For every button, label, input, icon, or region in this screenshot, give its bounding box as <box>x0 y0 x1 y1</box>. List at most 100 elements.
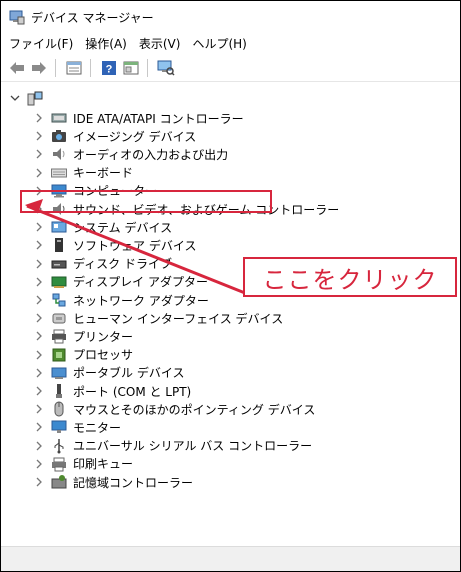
tree-item-label: ソフトウェア デバイス <box>73 238 197 253</box>
tree-item[interactable]: ソフトウェア デバイス <box>33 236 196 254</box>
expand-chevron-right-icon[interactable] <box>33 221 45 233</box>
tree-item[interactable]: IDE ATA/ATAPI コントローラー <box>33 109 244 127</box>
tree-item-label: ヒューマン インターフェイス デバイス <box>73 311 284 326</box>
tree-root[interactable] <box>9 89 49 107</box>
tree-item-label: IDE ATA/ATAPI コントローラー <box>73 111 244 126</box>
processor-icon <box>51 347 67 363</box>
expand-chevron-right-icon[interactable] <box>33 239 45 251</box>
menu-action[interactable]: 操作(A) <box>81 35 131 52</box>
tree-item-label: キーボード <box>73 166 134 181</box>
tree-item[interactable]: ポート (COM と LPT) <box>33 382 191 400</box>
scan-hardware-icon[interactable] <box>156 58 176 78</box>
expand-chevron-right-icon[interactable] <box>33 112 45 124</box>
tree-item-label: プロセッサ <box>73 348 134 363</box>
tree-item-label: ディスプレイ アダプター <box>73 275 208 290</box>
expand-chevron-right-icon[interactable] <box>33 403 45 415</box>
menu-view[interactable]: 表示(V) <box>135 35 185 52</box>
menu-file[interactable]: ファイル(F) <box>5 35 77 52</box>
tree-item[interactable]: イメージング デバイス <box>33 127 196 145</box>
tree-item[interactable]: オーディオの入力および出力 <box>33 145 228 163</box>
device-manager-icon <box>9 9 25 25</box>
network-adapter-icon <box>51 292 67 308</box>
tree-item-label: 記憶域コントローラー <box>73 475 194 490</box>
expand-chevron-right-icon[interactable] <box>33 276 45 288</box>
mouse-icon <box>51 401 67 417</box>
expand-chevron-right-icon[interactable] <box>33 476 45 488</box>
window-title: デバイス マネージャー <box>31 10 154 25</box>
expand-chevron-right-icon[interactable] <box>33 349 45 361</box>
tree-item[interactable]: プロセッサ <box>33 346 133 364</box>
tree-item-label: モニター <box>73 420 122 435</box>
tree-item[interactable]: モニター <box>33 418 121 436</box>
highlight-box <box>20 190 272 213</box>
expand-chevron-right-icon[interactable] <box>33 312 45 324</box>
tree-item-label: ポート (COM と LPT) <box>73 384 192 399</box>
tree-item-label: プリンター <box>73 329 134 344</box>
help-icon[interactable]: ? <box>99 58 119 78</box>
tree-item[interactable]: ネットワーク アダプター <box>33 291 209 309</box>
toolbar-separator <box>90 59 91 77</box>
system-device-icon <box>51 219 67 235</box>
update-driver-icon[interactable] <box>121 58 141 78</box>
expand-chevron-down-icon[interactable] <box>9 92 21 104</box>
menu-help[interactable]: ヘルプ(H) <box>188 35 250 52</box>
port-icon <box>51 383 67 399</box>
storage-controller-icon <box>51 474 67 490</box>
expand-chevron-right-icon[interactable] <box>33 130 45 142</box>
usb-icon <box>51 438 67 454</box>
keyboard-icon <box>51 165 67 181</box>
expand-chevron-right-icon[interactable] <box>33 440 45 452</box>
annotation-text: ここをクリック <box>262 265 438 294</box>
tree-item-label: マウスとそのほかのポインティング デバイス <box>73 402 316 417</box>
tree-item[interactable]: ディスク ドライブ <box>33 255 172 273</box>
computer-root-icon <box>27 90 43 106</box>
properties-icon[interactable] <box>64 58 84 78</box>
portable-device-icon <box>51 365 67 381</box>
tree-item-label: イメージング デバイス <box>73 129 197 144</box>
tree-item-label: ディスク ドライブ <box>73 257 172 272</box>
tree-item[interactable]: ポータブル デバイス <box>33 364 184 382</box>
speaker-icon <box>51 146 67 162</box>
toolbar: ? <box>1 55 460 82</box>
tree-item[interactable]: 印刷キュー <box>33 455 133 473</box>
tree-item[interactable]: ユニバーサル シリアル バス コントローラー <box>33 437 312 455</box>
expand-chevron-right-icon[interactable] <box>33 330 45 342</box>
menu-bar: ファイル(F) 操作(A) 表示(V) ヘルプ(H) <box>1 33 460 53</box>
ide-controller-icon <box>51 110 67 126</box>
expand-chevron-right-icon[interactable] <box>33 148 45 160</box>
tree-item-label: 印刷キュー <box>73 457 134 472</box>
tree-item-label: ポータブル デバイス <box>73 366 185 381</box>
device-tree: IDE ATA/ATAPI コントローラー イメージング デバイスオーディオの入力… <box>1 83 460 543</box>
status-bar <box>1 546 460 571</box>
tree-item[interactable]: システム デバイス <box>33 218 172 236</box>
toolbar-separator <box>147 59 148 77</box>
tree-item[interactable]: プリンター <box>33 327 133 345</box>
tree-item-label: システム デバイス <box>73 220 173 235</box>
tree-item-label: オーディオの入力および出力 <box>73 147 229 162</box>
toolbar-separator <box>55 59 56 77</box>
software-device-icon <box>51 237 67 253</box>
expand-chevron-right-icon[interactable] <box>33 367 45 379</box>
tree-item-label: ユニバーサル シリアル バス コントローラー <box>73 439 313 454</box>
expand-chevron-right-icon[interactable] <box>33 258 45 270</box>
tree-item[interactable]: ディスプレイ アダプター <box>33 273 208 291</box>
annotation-callout: ここをクリック <box>243 257 457 297</box>
tree-item-label: ネットワーク アダプター <box>73 293 209 308</box>
device-manager-window: デバイス マネージャー ファイル(F) 操作(A) 表示(V) ヘルプ(H) ? <box>0 0 461 572</box>
printer-icon <box>51 328 67 344</box>
tree-item[interactable]: マウスとそのほかのポインティング デバイス <box>33 400 315 418</box>
forward-arrow-icon[interactable] <box>29 58 49 78</box>
tree-item[interactable]: 記憶域コントローラー <box>33 473 193 491</box>
expand-chevron-right-icon[interactable] <box>33 294 45 306</box>
expand-chevron-right-icon[interactable] <box>33 458 45 470</box>
expand-chevron-right-icon[interactable] <box>33 421 45 433</box>
monitor-icon <box>51 419 67 435</box>
display-adapter-icon <box>51 274 67 290</box>
expand-chevron-right-icon[interactable] <box>33 385 45 397</box>
expand-chevron-right-icon[interactable] <box>33 167 45 179</box>
tree-item[interactable]: キーボード <box>33 164 133 182</box>
tree-item[interactable]: ヒューマン インターフェイス デバイス <box>33 309 283 327</box>
back-arrow-icon[interactable] <box>7 58 27 78</box>
svg-text:?: ? <box>106 64 113 76</box>
hid-icon <box>51 310 67 326</box>
